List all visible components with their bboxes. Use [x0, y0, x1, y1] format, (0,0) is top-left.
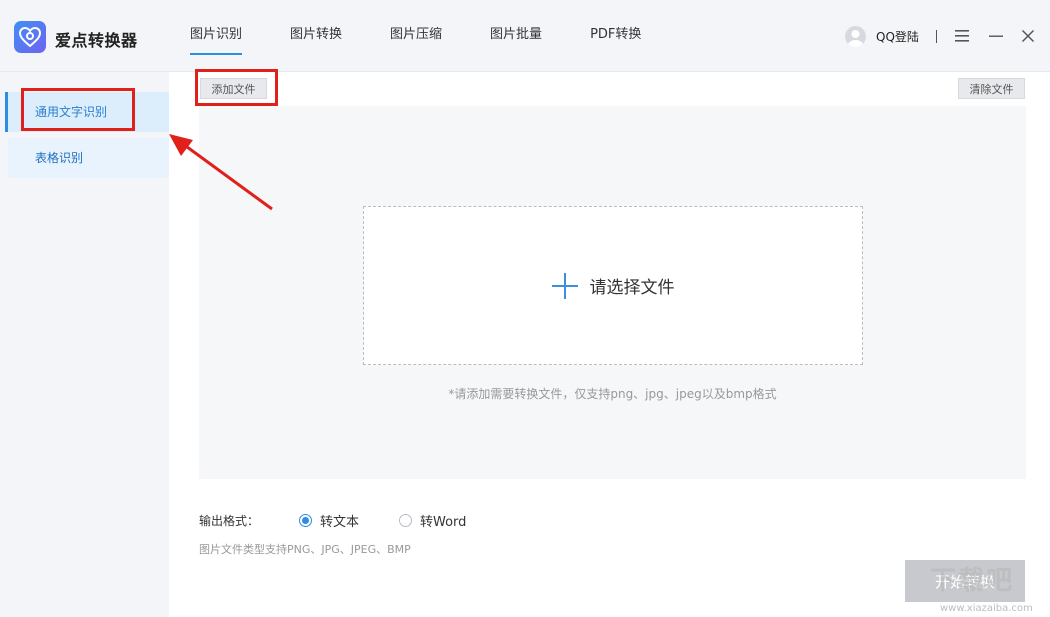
tab-image-convert[interactable]: 图片转换 — [266, 0, 366, 72]
radio-to-text-label: 转文本 — [320, 515, 360, 530]
tab-image-compress[interactable]: 图片压缩 — [366, 0, 466, 72]
app-logo-icon — [14, 21, 46, 53]
plus-icon — [551, 272, 578, 299]
highlight-box-sidebar — [21, 88, 135, 131]
radio-unchecked-icon — [399, 514, 412, 527]
menu-icon[interactable] — [952, 26, 972, 46]
supported-types-note: 图片文件类型支持PNG、JPG、JPEG、BMP — [199, 543, 411, 556]
close-icon[interactable] — [1018, 26, 1038, 46]
sidebar: 通用文字识别 表格识别 — [0, 72, 169, 617]
select-file-label: 请选择文件 — [589, 278, 675, 298]
radio-checked-icon — [299, 514, 312, 527]
avatar-icon — [845, 26, 866, 47]
tab-image-recognition[interactable]: 图片识别 — [166, 0, 266, 72]
main-tabs: 图片识别 图片转换 图片压缩 图片批量 PDF转换 — [166, 0, 665, 72]
app-window: 爱点转换器 图片识别 图片转换 图片压缩 图片批量 PDF转换 QQ登陆 通用文… — [0, 0, 1050, 617]
radio-to-word[interactable]: 转Word — [399, 511, 466, 530]
annotation-arrow-icon — [169, 134, 273, 211]
file-panel: 请选择文件 *请添加需要转换文件，仅支持png、jpg、jpeg以及bmp格式 — [199, 106, 1026, 479]
highlight-box-add-file — [195, 69, 278, 106]
format-hint: *请添加需要转换文件，仅支持png、jpg、jpeg以及bmp格式 — [448, 387, 777, 401]
watermark-url: www.xiazaiba.com — [940, 603, 1033, 614]
tab-image-batch[interactable]: 图片批量 — [466, 0, 566, 72]
clear-file-button[interactable]: 清除文件 — [958, 78, 1025, 99]
qq-login-label[interactable]: QQ登陆 — [876, 28, 919, 45]
app-title: 爱点转换器 — [55, 31, 138, 50]
radio-to-word-label: 转Word — [420, 515, 467, 530]
sidebar-item-table-recognition[interactable]: 表格识别 — [8, 138, 169, 178]
minimize-icon[interactable] — [986, 26, 1006, 46]
output-format-label: 输出格式： — [199, 514, 260, 528]
header-separator — [936, 30, 937, 43]
tab-pdf-convert[interactable]: PDF转换 — [566, 0, 665, 72]
watermark-logo: 下载吧 — [930, 566, 1015, 596]
file-drop-zone[interactable]: 请选择文件 — [363, 206, 863, 365]
title-bar: 爱点转换器 图片识别 图片转换 图片压缩 图片批量 PDF转换 QQ登陆 — [0, 0, 1050, 72]
user-login[interactable]: QQ登陆 — [845, 26, 919, 47]
radio-to-text[interactable]: 转文本 — [299, 511, 359, 530]
